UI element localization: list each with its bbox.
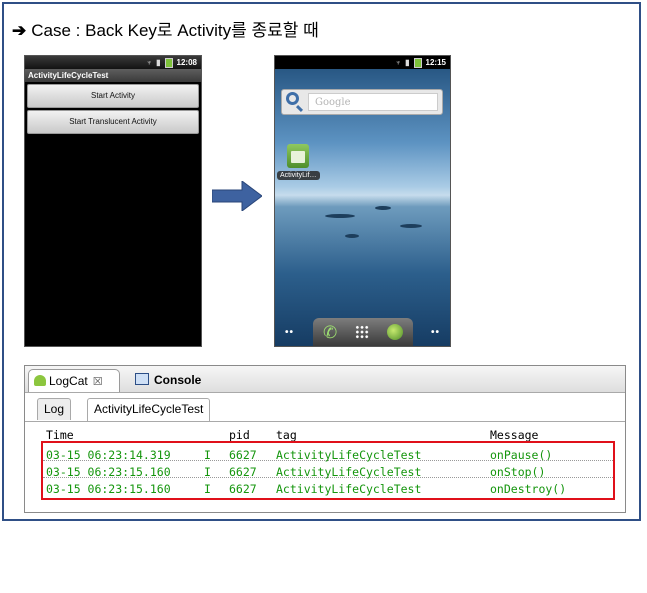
row-tag: ActivityLifeCycleTest — [276, 448, 422, 462]
app-title-bar: ActivityLifeCycleTest — [25, 69, 201, 82]
heading-text: Case : Back Key로 Activity를 종료할 때 — [31, 21, 319, 40]
column-header-pid[interactable]: pid — [229, 428, 250, 442]
status-time: 12:08 — [176, 58, 197, 67]
row-tag: ActivityLifeCycleTest — [276, 482, 422, 496]
row-level: I — [204, 482, 211, 496]
tab-logcat[interactable]: LogCat ☒ — [28, 369, 120, 392]
android-icon — [34, 375, 46, 386]
table-row[interactable]: 03-15 06:23:15.160 I 6627 ActivityLifeCy… — [46, 464, 606, 480]
signal-icon: ▮ — [405, 58, 410, 67]
view-tabs: LogCat ☒ Console — [25, 366, 625, 393]
usb-icon: ♆ — [146, 58, 153, 67]
google-search-widget[interactable]: Google — [281, 89, 443, 115]
column-header-tag[interactable]: tag — [276, 428, 297, 442]
tab-console[interactable]: Console — [135, 369, 201, 391]
row-level: I — [204, 448, 211, 462]
tab-activitylifecycletest[interactable]: ActivityLifeCycleTest — [87, 398, 211, 421]
wallpaper-island — [375, 206, 391, 210]
start-translucent-activity-button[interactable]: Start Translucent Activity — [27, 110, 199, 134]
row-level: I — [204, 465, 211, 479]
status-bar: ♆ ▮ 12:15 — [275, 56, 450, 69]
tab-logcat-label: LogCat — [49, 374, 88, 388]
status-bar: ♆ ▮ 12:08 — [25, 56, 201, 69]
status-time: 12:15 — [425, 58, 446, 67]
page-indicator-left[interactable]: •• — [285, 327, 294, 338]
phone-icon[interactable]: ✆ — [323, 323, 337, 343]
app-drawer-icon[interactable] — [355, 325, 369, 339]
search-icon[interactable] — [286, 92, 299, 105]
tab-console-label: Console — [154, 373, 202, 387]
arrow-bullet-icon: ➔ — [12, 21, 27, 40]
row-message: onPause() — [490, 448, 553, 462]
app-shortcut-label[interactable]: ActivityLif… — [277, 171, 320, 180]
start-activity-button[interactable]: Start Activity — [27, 84, 199, 108]
column-header-message[interactable]: Message — [490, 428, 538, 442]
phone-screen-home: ♆ ▮ 12:15 Google ActivityLif… •• •• ✆ — [274, 55, 451, 347]
right-arrow-icon — [212, 181, 262, 211]
wallpaper-island — [345, 234, 359, 238]
row-tag: ActivityLifeCycleTest — [276, 465, 422, 479]
row-pid: 6627 — [229, 482, 257, 496]
tab-log[interactable]: Log — [37, 398, 72, 420]
console-icon — [135, 373, 149, 385]
slide-heading: ➔ Case : Back Key로 Activity를 종료할 때 — [12, 16, 319, 41]
signal-icon: ▮ — [156, 58, 161, 67]
row-time: 03-15 06:23:15.160 — [46, 482, 171, 496]
row-pid: 6627 — [229, 448, 257, 462]
divider — [25, 421, 625, 422]
browser-icon[interactable] — [387, 324, 403, 340]
search-input[interactable]: Google — [308, 93, 438, 111]
app-shortcut-icon[interactable] — [287, 144, 309, 168]
battery-icon — [164, 57, 173, 68]
logcat-panel: LogCat ☒ Console Log ActivityLifeCycleTes… — [24, 365, 626, 513]
table-row[interactable]: 03-15 06:23:15.160 I 6627 ActivityLifeCy… — [46, 481, 606, 497]
row-time: 03-15 06:23:14.319 — [46, 448, 171, 462]
row-message: onDestroy() — [490, 482, 567, 496]
column-header-time[interactable]: Time — [46, 428, 74, 442]
row-time: 03-15 06:23:15.160 — [46, 465, 171, 479]
row-pid: 6627 — [229, 465, 257, 479]
close-icon[interactable]: ☒ — [93, 376, 103, 388]
phone-screen-activity: ♆ ▮ 12:08 ActivityLifeCycleTest Start Acti… — [24, 55, 202, 347]
page-indicator-right[interactable]: •• — [431, 327, 440, 338]
usb-icon: ♆ — [395, 58, 402, 67]
dock: ✆ — [313, 318, 413, 346]
row-message: onStop() — [490, 465, 546, 479]
wallpaper-island — [325, 214, 355, 218]
battery-icon — [413, 57, 422, 68]
table-row[interactable]: 03-15 06:23:14.319 I 6627 ActivityLifeCy… — [46, 447, 606, 463]
wallpaper-island — [400, 224, 422, 228]
